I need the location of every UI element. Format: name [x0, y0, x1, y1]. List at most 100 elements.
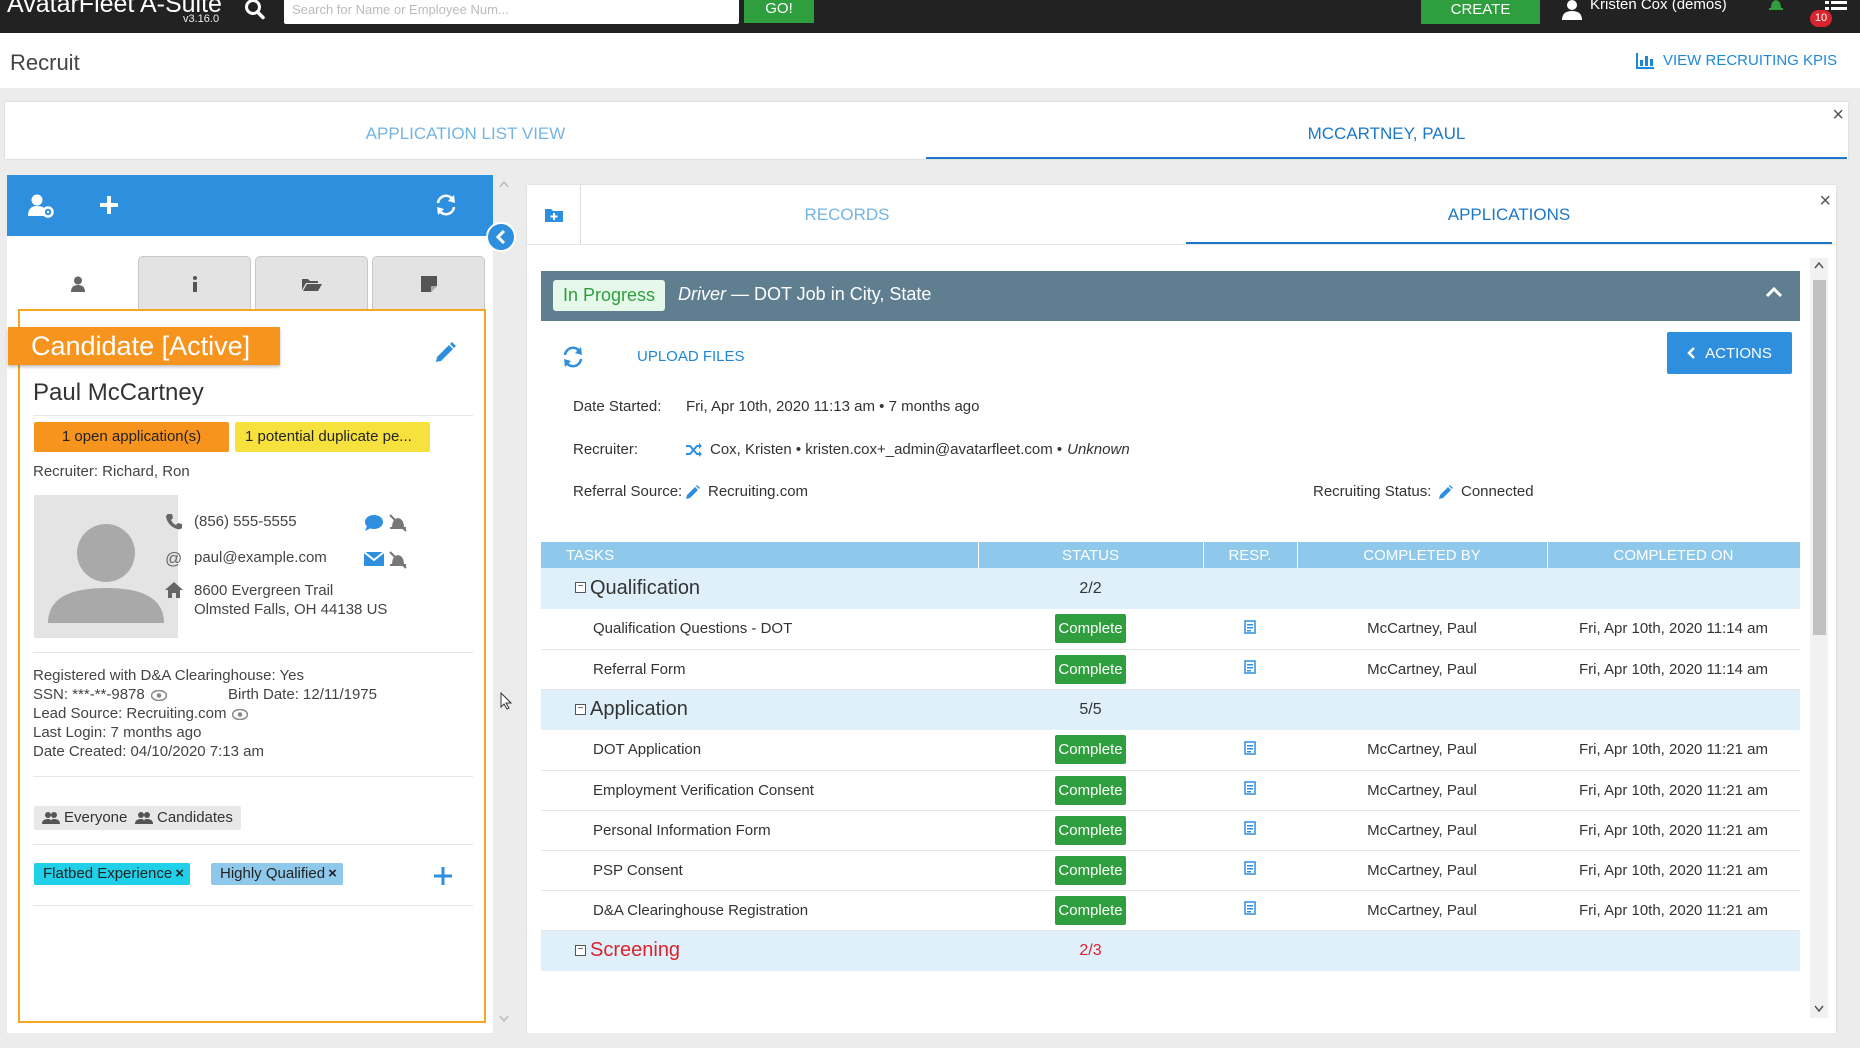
document-icon[interactable]: [1244, 741, 1256, 755]
task-link[interactable]: Referral Form: [541, 649, 978, 690]
tab-info[interactable]: [138, 256, 251, 311]
add-tag-icon[interactable]: [434, 867, 452, 885]
task-link[interactable]: PSP Consent: [541, 850, 978, 891]
status-complete-button[interactable]: Complete: [1055, 614, 1126, 644]
application-title: Driver — DOT Job in City, State: [678, 284, 931, 305]
document-icon[interactable]: [1244, 781, 1256, 795]
actions-button[interactable]: ACTIONS: [1667, 332, 1792, 374]
candidate-phone[interactable]: (856) 555-5555: [194, 513, 297, 530]
remove-tag-icon[interactable]: ×: [328, 863, 337, 885]
close-icon[interactable]: ×: [1832, 104, 1844, 127]
scroll-up-icon[interactable]: [499, 181, 509, 188]
document-icon[interactable]: [1244, 660, 1256, 674]
task-link[interactable]: Qualification Questions - DOT: [541, 609, 978, 650]
completed-on: Fri, Apr 10th, 2020 11:21 am: [1547, 770, 1800, 811]
scrollbar-thumb[interactable]: [1813, 280, 1826, 635]
recruiting-status-text: Connected: [1461, 483, 1534, 500]
notifications-muted-icon[interactable]: [388, 551, 408, 569]
tab-profile[interactable]: [21, 256, 134, 311]
candidate-name: Paul McCartney: [33, 379, 204, 406]
top-nav-bar: AvatarFleet A-Suite v3.16.0 GO! CREATE K…: [0, 0, 1860, 33]
scroll-up-icon[interactable]: [1814, 262, 1824, 269]
search-go-button[interactable]: GO!: [744, 0, 814, 23]
recruiter-value: Cox, Kristen • kristen.cox+_admin@avatar…: [686, 441, 1130, 458]
document-icon[interactable]: [1244, 901, 1256, 915]
close-icon[interactable]: ×: [1819, 190, 1831, 213]
open-applications-badge[interactable]: 1 open application(s): [34, 422, 229, 452]
group-chip-candidates: Candidates: [127, 806, 241, 830]
phone-row: (856) 555-5555: [165, 513, 297, 531]
add-icon[interactable]: [100, 196, 118, 214]
scroll-down-icon[interactable]: [1814, 1005, 1824, 1012]
status-complete-button[interactable]: Complete: [1055, 815, 1126, 845]
document-icon[interactable]: [1244, 861, 1256, 875]
collapse-toggle-icon[interactable]: −: [575, 703, 586, 715]
candidate-status-banner: Candidate [Active]: [8, 327, 280, 365]
document-icon[interactable]: [1244, 821, 1256, 835]
address-row: 8600 Evergreen Trail Olmsted Falls, OH 4…: [165, 582, 387, 618]
email-icon[interactable]: [364, 551, 384, 569]
refresh-icon[interactable]: [435, 194, 457, 216]
task-group-row[interactable]: − Screening 2/3: [541, 930, 1800, 971]
status-complete-button[interactable]: Complete: [1055, 775, 1126, 805]
tag-chip-flatbed-experience[interactable]: Flatbed Experience ×: [34, 863, 191, 885]
bell-icon[interactable]: [1768, 0, 1784, 10]
user-menu[interactable]: Kristen Cox (demos): [1590, 0, 1727, 13]
task-link[interactable]: Employment Verification Consent: [541, 770, 978, 811]
tab-applications[interactable]: APPLICATIONS: [1186, 185, 1832, 244]
search-icon[interactable]: [244, 0, 266, 22]
status-complete-button[interactable]: Complete: [1055, 895, 1126, 925]
task-group-name[interactable]: − Screening: [541, 930, 978, 971]
tab-records[interactable]: RECORDS: [581, 185, 1113, 244]
task-group-row[interactable]: − Application 5/5: [541, 689, 1800, 730]
recruiter-extra: Unknown: [1067, 441, 1130, 458]
tab-application-list-view[interactable]: APPLICATION LIST VIEW: [5, 102, 926, 159]
task-link[interactable]: D&A Clearinghouse Registration: [541, 890, 978, 931]
task-group-row[interactable]: − Qualification 2/2: [541, 568, 1800, 609]
edit-pencil-icon[interactable]: [686, 484, 700, 499]
refresh-icon[interactable]: [562, 346, 584, 368]
scroll-down-icon[interactable]: [499, 1015, 509, 1022]
eye-icon[interactable]: [232, 708, 249, 720]
task-group-name[interactable]: − Qualification: [541, 568, 978, 609]
duplicate-badge[interactable]: 1 potential duplicate pe...: [235, 422, 430, 452]
document-icon[interactable]: [1244, 620, 1256, 634]
user-settings-icon[interactable]: [28, 194, 54, 218]
collapse-toggle-icon[interactable]: −: [575, 582, 586, 593]
edit-pencil-icon[interactable]: [435, 341, 457, 363]
status-complete-button[interactable]: Complete: [1055, 735, 1126, 765]
status-complete-button[interactable]: Complete: [1055, 654, 1126, 684]
collapse-panel-button[interactable]: [486, 222, 516, 252]
global-search-input[interactable]: [284, 0, 739, 24]
candidate-email[interactable]: paul@example.com: [194, 549, 327, 566]
edit-pencil-icon[interactable]: [1439, 484, 1453, 499]
tag-chip-highly-qualified[interactable]: Highly Qualified ×: [211, 863, 343, 885]
task-group-name[interactable]: − Application: [541, 689, 978, 730]
remove-tag-icon[interactable]: ×: [175, 863, 184, 885]
lead-source-row: Lead Source: Recruiting.com: [33, 705, 249, 722]
notifications-muted-icon[interactable]: [388, 514, 408, 532]
tab-mccartney-paul[interactable]: MCCARTNEY, PAUL: [926, 102, 1847, 159]
eye-icon[interactable]: [150, 689, 167, 701]
task-link[interactable]: Personal Information Form: [541, 810, 978, 851]
task-link[interactable]: DOT Application: [541, 730, 978, 771]
column-header-completed-on: COMPLETED ON: [1547, 542, 1801, 568]
tab-files[interactable]: [255, 256, 368, 311]
status-complete-button[interactable]: Complete: [1055, 855, 1126, 885]
table-row: DOT Application Complete McCartney, Paul…: [541, 730, 1800, 771]
recruiting-status-value: Connected: [1439, 483, 1534, 500]
view-recruiting-kpis-link[interactable]: VIEW RECRUITING KPIS: [1636, 52, 1837, 69]
chevron-up-icon[interactable]: [1766, 287, 1782, 297]
user-icon[interactable]: [1561, 0, 1583, 20]
collapse-toggle-icon[interactable]: −: [575, 944, 586, 956]
shuffle-icon[interactable]: [686, 442, 702, 457]
create-button[interactable]: CREATE: [1421, 0, 1540, 24]
add-folder-tab[interactable]: [527, 185, 581, 244]
home-icon: [165, 582, 194, 598]
tab-notes[interactable]: [372, 256, 485, 311]
upload-files-link[interactable]: UPLOAD FILES: [637, 348, 745, 365]
chat-icon[interactable]: [364, 514, 384, 532]
info-icon: [191, 275, 199, 292]
application-header[interactable]: In Progress Driver — DOT Job in City, St…: [541, 271, 1800, 321]
notification-badge[interactable]: 10: [1810, 10, 1832, 27]
